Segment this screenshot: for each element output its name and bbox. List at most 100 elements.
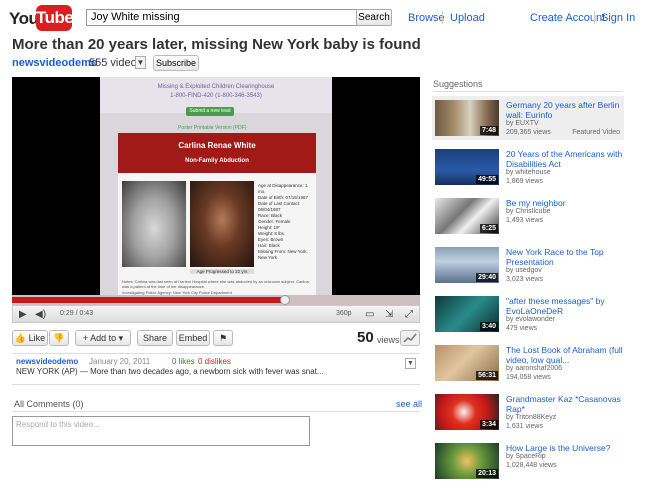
see-all-link[interactable]: see all — [396, 399, 422, 409]
suggestion-title[interactable]: New York Race to the Top Presentation — [506, 247, 624, 267]
suggestion-item[interactable]: 49:55 20 Years of the Americans with Disa… — [432, 145, 624, 189]
duration-badge: 3:40 — [479, 322, 498, 331]
logo-tube: Tube — [36, 5, 74, 31]
suggestion-item[interactable]: 6:25 Be my neighbor by ChrisIlcube 1,493 vi… — [432, 194, 624, 238]
suggestion-views: 194,058 views — [506, 374, 551, 381]
embed-button[interactable]: Embed — [176, 330, 210, 346]
suggestion-author: by whitehouse — [506, 169, 551, 176]
suggestion-item[interactable]: 29:40 New York Race to the Top Presentati… — [432, 243, 624, 287]
comment-input[interactable]: Respond to this video... — [12, 416, 310, 446]
frame-poster-link: Poster Printable Version (PDF) — [178, 125, 247, 131]
duration-badge: 49:55 — [476, 175, 498, 184]
upload-link[interactable]: Upload — [450, 12, 485, 24]
subscribe-button[interactable]: Subscribe — [153, 55, 199, 71]
upload-date: January 20, 2011 — [89, 357, 151, 366]
duration-badge: 29:40 — [476, 273, 498, 282]
suggestion-author: by aaronshaf2006 — [506, 365, 563, 372]
frame-name: Carlina Renae White — [178, 141, 256, 150]
suggestion-thumbnail[interactable]: 7:48 — [435, 100, 499, 136]
expand-description-icon[interactable]: ▼ — [405, 358, 416, 369]
quality-selector[interactable]: 360p — [336, 310, 352, 317]
frame-note: Notes: Carlina was last seen at Harlem H… — [122, 279, 309, 289]
likes-text: 0 likes — [172, 357, 195, 366]
divider — [442, 11, 443, 24]
play-icon[interactable]: ▶ — [19, 309, 27, 320]
frame-info-line: Age at Disappearance: 1 mo. — [258, 183, 308, 194]
suggestion-views: 479 views — [506, 325, 538, 332]
duration-badge: 6:25 — [479, 224, 498, 233]
suggestion-author: by usedgov — [506, 267, 542, 274]
suggestion-views: 1,493 views — [506, 217, 543, 224]
logo-you: You — [9, 9, 39, 28]
frame-header-line1: Missing & Exploited Children Clearinghou… — [157, 84, 275, 90]
suggestion-author: by Triton88Keyz — [506, 414, 557, 421]
player-controls: ▶ ◀) 0:29 / 0:43 360p ▭ ⇲ ⤢ — [12, 305, 420, 323]
divider — [594, 11, 595, 24]
suggestion-thumbnail[interactable]: 3:34 — [435, 394, 499, 430]
suggestion-item[interactable]: 3:34 Grandmaster Kaz *Casanovas Rap* by Tr… — [432, 390, 624, 434]
suggestion-title[interactable]: The Lost Book of Abraham (full video, lo… — [506, 345, 624, 365]
suggestion-views: 209,365 views — [506, 129, 551, 136]
suggestion-thumbnail[interactable]: 49:55 — [435, 149, 499, 185]
suggestion-item[interactable]: 3:40 "after these messages" by EvoLaOneDe… — [432, 292, 624, 336]
suggestion-title[interactable]: "after these messages" by EvoLaOneDeR — [506, 296, 624, 316]
progress-played — [12, 297, 286, 303]
stats-icon — [403, 333, 417, 343]
suggestion-thumbnail[interactable]: 6:25 — [435, 198, 499, 234]
sign-in-link[interactable]: Sign In — [601, 12, 635, 24]
suggestion-item[interactable]: 20:13 How Large is the Universe? by SpaceR… — [432, 439, 624, 483]
chevron-down-icon[interactable]: ▼ — [135, 56, 146, 69]
expand-icon[interactable]: ⇲ — [385, 309, 393, 320]
frame-name-banner: Carlina Renae White Non-Family Abduction — [118, 133, 316, 173]
suggestion-title[interactable]: Germany 20 years after Berlin wall: Euri… — [506, 100, 624, 120]
suggestion-thumbnail[interactable]: 20:13 — [435, 443, 499, 479]
suggestion-thumbnail[interactable]: 29:40 — [435, 247, 499, 283]
frame-card: Age at Disappearance: 1 mo. Date of Birth… — [118, 173, 316, 303]
suggestion-item[interactable]: 56:31 The Lost Book of Abraham (full vide… — [432, 341, 624, 385]
suggestion-views: 3,023 views — [506, 276, 543, 283]
suggestion-thumbnail[interactable]: 56:31 — [435, 345, 499, 381]
frame-header-line2: 1-800-FIND-420 (1-800-346-3543) — [170, 93, 262, 99]
dislike-button[interactable]: 👎 — [49, 330, 69, 346]
frame-info: Age at Disappearance: 1 mo. Date of Birth… — [258, 183, 314, 261]
flag-icon: ⚑ — [218, 333, 228, 343]
search-input[interactable]: Joy White missing — [86, 9, 358, 26]
suggestion-author: by ChrisIlcube — [506, 208, 551, 215]
youtube-logo[interactable]: You Tube — [9, 5, 74, 31]
featured-label: Featured Video — [572, 129, 620, 136]
video-player[interactable]: Missing & Exploited Children Clearinghou… — [12, 77, 420, 305]
flag-button[interactable]: ⚑ — [213, 330, 233, 346]
comments-header: All Comments (0) — [14, 399, 84, 409]
popout-icon[interactable]: ▭ — [365, 309, 374, 320]
channel-link[interactable]: newsvideodemo — [12, 57, 98, 69]
fullscreen-icon[interactable]: ⤢ — [405, 309, 413, 320]
add-to-button[interactable]: + Add to ▾ — [75, 330, 131, 346]
baby-photo — [122, 181, 186, 267]
suggestion-author: by evolawonder — [506, 316, 556, 323]
frame-info-line: Missing From: New York, New York — [258, 249, 308, 260]
info-channel-link[interactable]: newsvideodemo — [16, 357, 78, 366]
dislikes-count: 0 dislikes — [198, 357, 231, 366]
suggestion-title[interactable]: Grandmaster Kaz *Casanovas Rap* — [506, 394, 624, 414]
like-button[interactable]: 👍 Like — [12, 330, 48, 346]
suggestion-title[interactable]: Be my neighbor — [506, 198, 624, 208]
suggestion-views: 1,869 views — [506, 178, 543, 185]
frame-age-progressed: Age Progressed to 22 yrs — [190, 269, 254, 274]
stats-button[interactable] — [400, 330, 420, 346]
suggestion-title[interactable]: How Large is the Universe? — [506, 443, 624, 453]
suggestion-author: by EUXTV — [506, 120, 539, 127]
thumbs-down-icon: 👎 — [53, 333, 65, 343]
volume-icon[interactable]: ◀) — [35, 309, 46, 320]
view-count: 50 — [357, 329, 374, 346]
search-button[interactable]: Search — [356, 9, 392, 26]
progress-bar[interactable] — [12, 295, 420, 305]
suggestion-item[interactable]: 7:48 Germany 20 years after Berlin wall: … — [432, 96, 624, 140]
suggestion-title[interactable]: 20 Years of the Americans with Disabilit… — [506, 149, 624, 169]
progress-handle[interactable] — [280, 295, 291, 305]
browse-link[interactable]: Browse — [408, 12, 445, 24]
suggestion-thumbnail[interactable]: 3:40 — [435, 296, 499, 332]
divider — [12, 411, 420, 412]
suggestion-views: 1,631 views — [506, 423, 543, 430]
frame-case-type: Non-Family Abduction — [185, 158, 249, 164]
share-button[interactable]: Share — [137, 330, 173, 346]
